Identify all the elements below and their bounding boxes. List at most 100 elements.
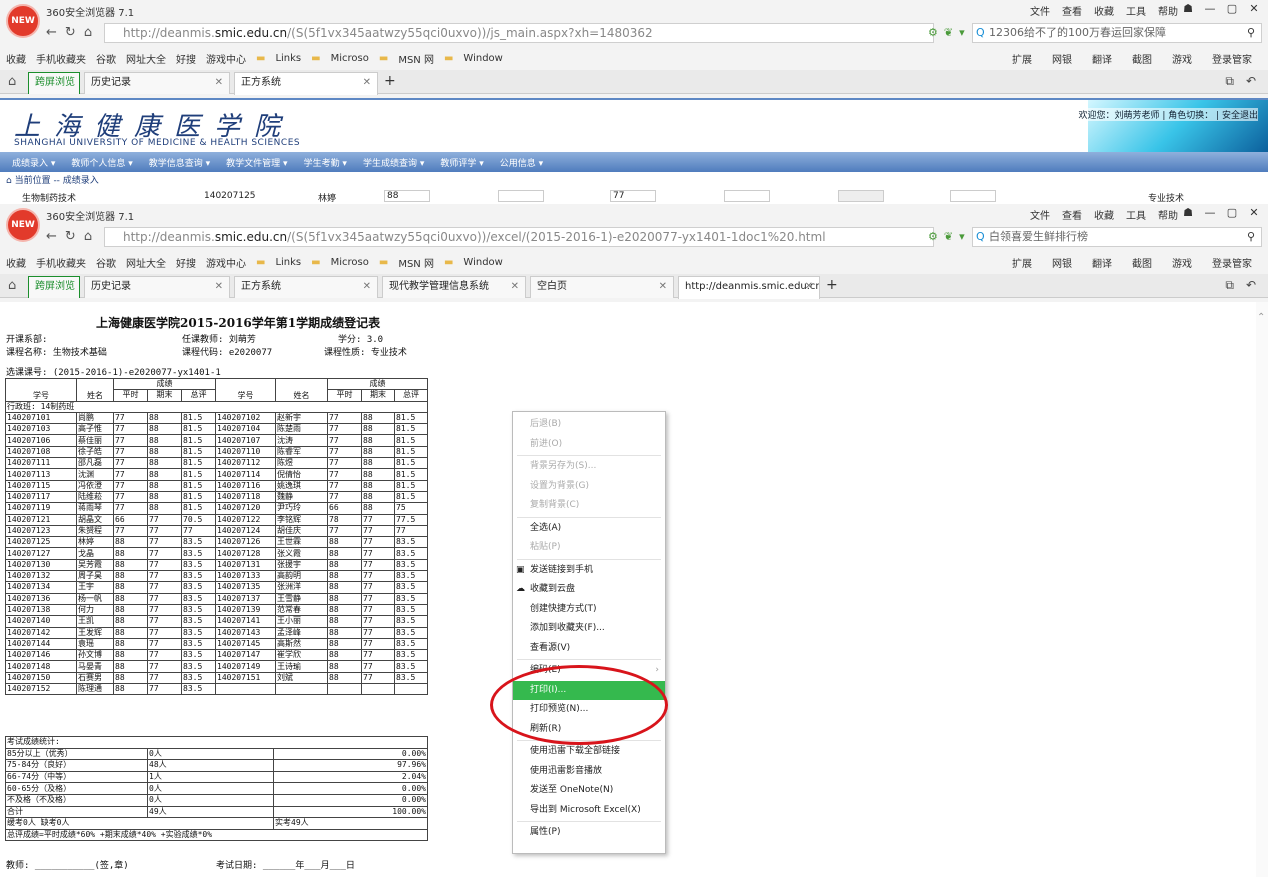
bookmark-windows[interactable]: Window [463,53,502,64]
menu-view[interactable]: 查看 [1062,207,1082,222]
menu-item[interactable]: ☁ 收藏到云盘 [513,580,665,599]
menu-item[interactable]: 刷新(R) [513,720,665,739]
nav-attendance[interactable]: 学生考勤 ▾ [304,156,347,169]
dropdown-icon[interactable]: ▾ [959,26,965,39]
nav-teacher-eval[interactable]: 教师评学 ▾ [440,156,483,169]
close-tab-icon[interactable]: ✕ [511,277,519,297]
extensions-button[interactable]: 扩展 [1012,255,1032,270]
mode-icon[interactable]: ❦ [944,26,953,39]
maximize-button[interactable]: ▢ [1222,1,1242,17]
back-icon[interactable]: ← [46,229,57,244]
login-manager-button[interactable]: 登录管家 [1212,51,1252,66]
scrollbar[interactable]: ⌃ [1256,302,1268,877]
nav-grade-query[interactable]: 学生成绩查询 ▾ [363,156,424,169]
tab-zhengfang[interactable]: 正方系统 ✕ [234,72,378,95]
bookmark-haosou[interactable]: 好搜 [176,255,196,270]
games-button[interactable]: 游戏 [1172,51,1192,66]
nav-teaching-query[interactable]: 教学信息查询 ▾ [149,156,210,169]
menu-tools[interactable]: 工具 [1126,3,1146,18]
nav-teaching-docs[interactable]: 教学文件管理 ▾ [226,156,287,169]
login-manager-button[interactable]: 登录管家 [1212,255,1252,270]
restore-icon[interactable]: ⧉ [1225,278,1234,293]
menu-item[interactable]: 创建快捷方式(T) [513,600,665,619]
home-tab-icon[interactable]: ⌂ [8,74,16,89]
tab-report[interactable]: http://deanmis.smic.edu.cn/(✕ [678,276,820,299]
undo-close-icon[interactable]: ↶ [1246,278,1256,293]
close-tab-icon[interactable]: ✕ [363,73,371,93]
url-input[interactable]: http://deanmis.smic.edu.cn/(S(5f1vx345aa… [104,23,934,43]
menu-item[interactable]: 打印(I)... [513,680,665,700]
bookmark-google[interactable]: 谷歌 [96,255,116,270]
nav-teacher-info[interactable]: 教师个人信息 ▾ [71,156,132,169]
exp-score-input[interactable] [724,190,770,202]
bookmark-msn[interactable]: MSN 网 [398,255,434,270]
bookmark-directory[interactable]: 网址大全 [126,255,166,270]
menu-view[interactable]: 查看 [1062,3,1082,18]
bookmark-directory[interactable]: 网址大全 [126,51,166,66]
restore-icon[interactable]: ⧉ [1225,74,1234,89]
menu-help[interactable]: 帮助 [1158,207,1178,222]
tab-zhengfang[interactable]: 正方系统 ✕ [234,276,378,298]
bookmark-mobile[interactable]: 手机收藏夹 [36,255,86,270]
bank-button[interactable]: 网银 [1052,51,1072,66]
menu-favorites[interactable]: 收藏 [1094,3,1114,18]
dropdown-icon[interactable]: ▾ [959,230,965,243]
screenshot-button[interactable]: 截图 [1132,255,1152,270]
extensions-button[interactable]: 扩展 [1012,51,1032,66]
bank-button[interactable]: 网银 [1052,255,1072,270]
search-input[interactable]: Q 白领喜爱生鲜排行榜 ⚲ [972,227,1262,247]
menu-item[interactable]: 导出到 Microsoft Excel(X) [513,801,665,820]
bookmark-microsoft[interactable]: Microso [331,257,369,268]
menu-item[interactable]: 发送至 OneNote(N) [513,781,665,800]
security-icon[interactable]: ⚙ [928,26,938,39]
security-icon[interactable]: ⚙ [928,230,938,243]
menu-help[interactable]: 帮助 [1158,3,1178,18]
menu-item[interactable]: 添加到收藏夹(F)... [513,619,665,638]
menu-file[interactable]: 文件 [1030,3,1050,18]
menu-favorites[interactable]: 收藏 [1094,207,1114,222]
search-icon[interactable]: ⚲ [1247,24,1255,42]
tab-cross-screen[interactable]: 跨屏浏览 [28,72,80,94]
tab-history[interactable]: 历史记录 ✕ [84,72,230,94]
maximize-button[interactable]: ▢ [1222,205,1242,221]
search-icon[interactable]: ⚲ [1247,228,1255,246]
menu-item[interactable]: ▣ 发送链接到手机 [513,561,665,580]
final-score-input[interactable]: 77 [610,190,656,202]
menu-item[interactable]: 使用迅雷影音播放 [513,762,665,781]
menu-item[interactable]: 编码(E) › [513,661,665,680]
minimize-button[interactable]: — [1200,1,1220,17]
bookmark-links[interactable]: Links [275,257,301,268]
screenshot-button[interactable]: 截图 [1132,51,1152,66]
bookmark-games[interactable]: 游戏中心 [206,255,246,270]
home-icon[interactable]: ⌂ [84,229,92,244]
menu-item[interactable]: 全选(A) [513,519,665,538]
close-button[interactable]: ✕ [1244,1,1264,17]
close-button[interactable]: ✕ [1244,205,1264,221]
tab-blank[interactable]: 空白页 ✕ [530,276,674,298]
tab-history[interactable]: 历史记录 ✕ [84,276,230,298]
mode-icon[interactable]: ❦ [944,230,953,243]
close-tab-icon[interactable]: ✕ [215,73,223,93]
refresh-icon[interactable]: ↻ [65,229,76,244]
bookmark-haosou[interactable]: 好搜 [176,51,196,66]
close-tab-icon[interactable]: ✕ [805,277,813,297]
menu-item[interactable]: 打印预览(N)... [513,700,665,719]
bookmark-favorites[interactable]: 收藏 [6,255,26,270]
skin-icon[interactable]: ☗ [1178,1,1198,17]
home-tab-icon[interactable]: ⌂ [8,278,16,293]
translate-button[interactable]: 翻译 [1092,255,1112,270]
menu-item[interactable]: 属性(P) [513,823,665,842]
menu-item[interactable]: 使用迅雷下载全部链接 [513,742,665,761]
bookmark-favorites[interactable]: 收藏 [6,51,26,66]
menu-tools[interactable]: 工具 [1126,207,1146,222]
bookmark-mobile[interactable]: 手机收藏夹 [36,51,86,66]
search-input[interactable]: Q 12306给不了的100万春运回家保障 ⚲ [972,23,1262,43]
total-score-input[interactable] [838,190,884,202]
remark-select[interactable] [950,190,996,202]
close-tab-icon[interactable]: ✕ [659,277,667,297]
bookmark-microsoft[interactable]: Microso [331,53,369,64]
nav-public-info[interactable]: 公用信息 ▾ [500,156,543,169]
tab-teaching-system[interactable]: 现代教学管理信息系统 ✕ [382,276,526,298]
url-input[interactable]: http://deanmis.smic.edu.cn/(S(5f1vx345aa… [104,227,934,247]
undo-close-icon[interactable]: ↶ [1246,74,1256,89]
